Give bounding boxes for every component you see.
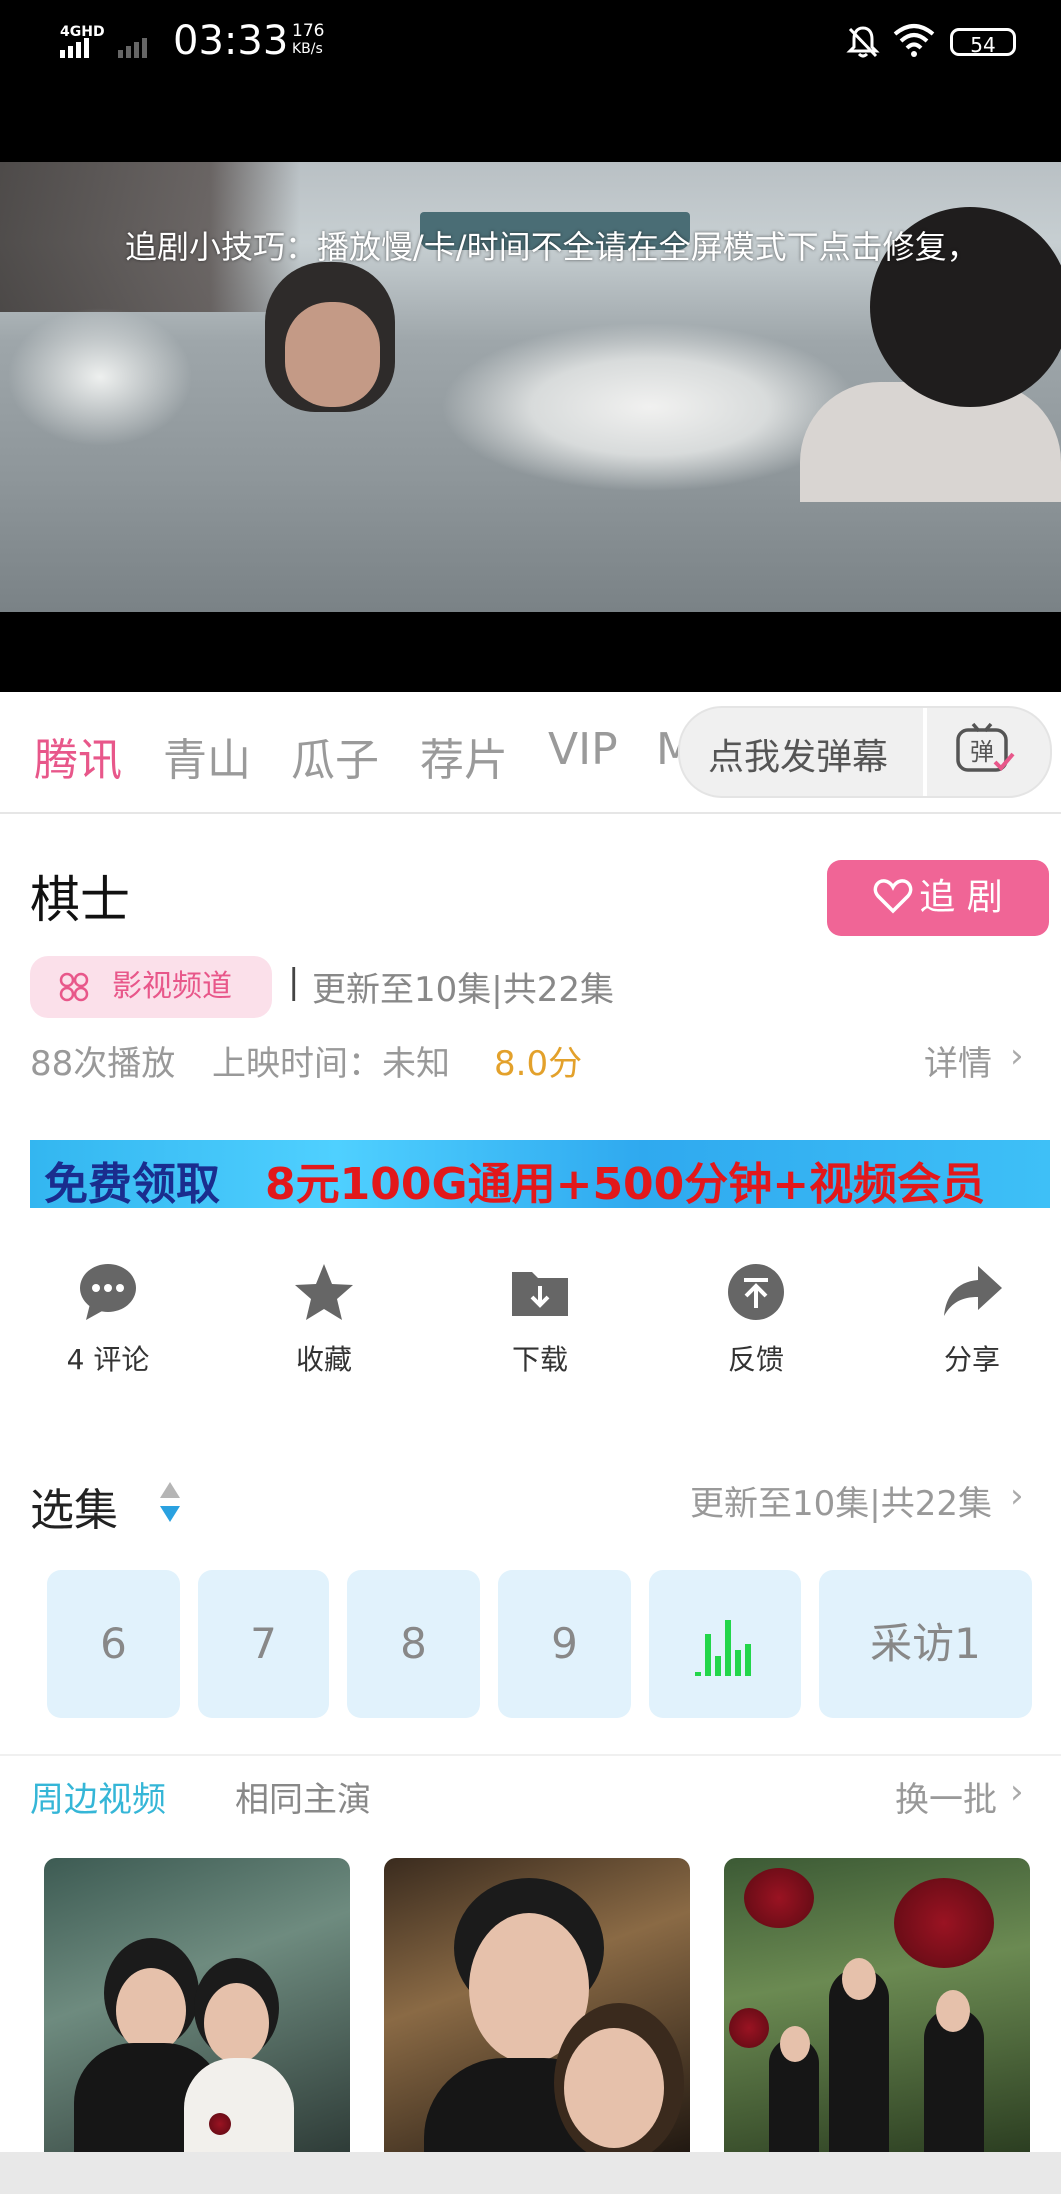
net-speed-value: 176 [292,21,325,41]
danmu-toggle-icon[interactable]: 弹 [955,722,1015,778]
video-frame[interactable]: 追剧小技巧：播放慢/卡/时间不全请在全屏模式下点击修复， [0,162,1061,612]
share-button[interactable]: 分享 [897,1260,1047,1378]
feedback-icon [728,1264,784,1320]
episode-item[interactable]: 6 [47,1570,180,1718]
show-title: 棋士 [30,871,130,929]
clock: 03:33 [173,18,289,64]
tab-qingshan[interactable]: 青山 [163,724,251,788]
net-speed-unit: KB/s [292,41,323,57]
section-divider [0,1754,1061,1756]
chevron-right-icon[interactable]: › [1010,1036,1024,1076]
download-label: 下载 [511,1343,568,1376]
sort-icon[interactable] [158,1480,182,1524]
banner-right-text: 8元100G通用+500分钟+视频会员 [265,1159,986,1208]
danmu-placeholder[interactable]: 点我发弹幕 [708,728,888,780]
feedback-label: 反馈 [727,1343,784,1376]
related-video-thumbnail[interactable] [384,1858,690,2158]
channel-label: 影视频道 [112,969,232,1004]
grid-icon [59,972,89,1002]
banner-left-text: 免费领取 [44,1159,220,1208]
refresh-button[interactable]: 换一批 [895,1772,997,1821]
tab-tencent[interactable]: 腾讯 [34,724,122,788]
comment-icon [80,1264,136,1320]
net-speed: 176 KB/s [292,22,324,58]
divider [923,708,927,796]
tab-vip[interactable]: VIP [548,724,618,775]
chevron-right-icon[interactable]: › [1010,1476,1024,1516]
tab-related-videos[interactable]: 周边视频 [30,1772,166,1821]
comment-label: 4 评论 [66,1343,150,1376]
tab-guazi[interactable]: 瓜子 [291,724,379,788]
battery-indicator: 54 [950,28,1016,57]
comment-button[interactable]: 4 评论 [33,1260,183,1378]
playback-tip: 追剧小技巧：播放慢/卡/时间不全请在全屏模式下点击修复， [125,228,979,266]
share-icon [944,1266,1002,1316]
related-video-thumbnail[interactable] [724,1858,1030,2158]
play-count: 88次播放 [30,1044,176,1084]
related-video-thumbnail[interactable] [44,1858,350,2158]
follow-button[interactable]: 追 剧 [827,860,1049,936]
update-status: 更新至10集|共22集 [312,970,614,1010]
episodes-title: 选集 [30,1485,118,1536]
share-label: 分享 [943,1343,1000,1376]
water-splash [0,302,200,452]
channel-badge[interactable]: 影视频道 [30,956,272,1018]
episode-item[interactable]: 7 [198,1570,329,1718]
child-face [285,302,380,407]
favorite-label: 收藏 [295,1343,352,1376]
episode-item[interactable]: 8 [347,1570,480,1718]
danmu-icon-label: 弹 [970,738,994,766]
tab-same-cast[interactable]: 相同主演 [235,1772,371,1821]
promo-banner[interactable]: 免费领取 8元100G通用+500分钟+视频会员 [30,1140,1050,1208]
detail-link[interactable]: 详情 [924,1036,992,1085]
favorite-button[interactable]: 收藏 [249,1260,399,1378]
wifi-icon [893,24,935,57]
episode-item-playing[interactable] [649,1570,801,1718]
water-splash [440,322,860,492]
child-shoulder [800,382,1061,502]
heart-icon [873,879,913,914]
signal-icon [60,38,92,58]
video-player[interactable]: 追剧小技巧：播放慢/卡/时间不全请在全屏模式下点击修复， [0,160,1061,692]
chevron-right-icon[interactable]: › [1010,1772,1024,1812]
star-icon [295,1264,353,1320]
release-date: 上映时间：未知 [212,1044,450,1084]
episode-item[interactable]: 采访1 [819,1570,1032,1718]
follow-label: 追 剧 [919,877,1003,918]
episode-item[interactable]: 9 [498,1570,631,1718]
feedback-button[interactable]: 反馈 [681,1260,831,1378]
playing-bars-icon [695,1620,751,1676]
tab-jianpian[interactable]: 荐片 [420,724,508,788]
rating-score: 8.0分 [494,1044,583,1084]
bottom-bar [0,2152,1061,2194]
signal-icon-2 [118,38,150,58]
download-button[interactable]: 下载 [465,1260,615,1378]
mute-bell-icon [846,26,880,58]
separator: | [288,962,300,1002]
episodes-update[interactable]: 更新至10集|共22集 [690,1476,992,1525]
status-bar: 4GHD 03:33 176 KB/s 54 [0,0,1061,160]
download-folder-icon [512,1272,568,1316]
